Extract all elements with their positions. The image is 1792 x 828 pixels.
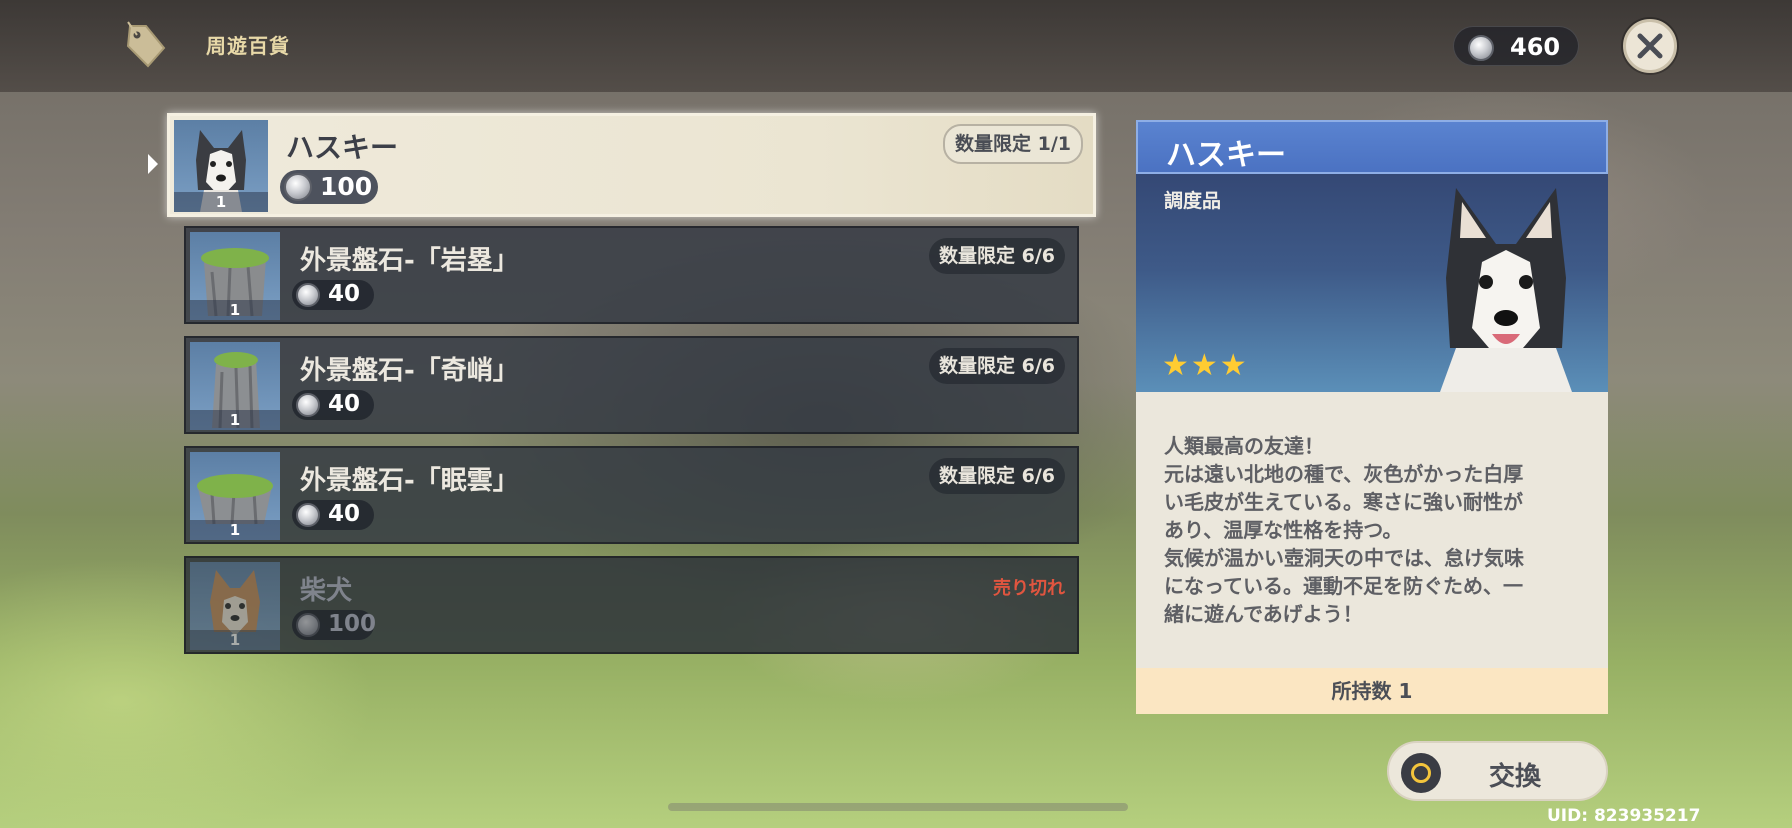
husky-thumbnail: 1 xyxy=(174,120,268,212)
price-tag-icon xyxy=(126,21,166,68)
close-button[interactable] xyxy=(1623,19,1677,73)
price-value: 40 xyxy=(328,391,361,417)
detail-description: 人類最高の友達！ 元は遠い北地の種で、灰色がかった白厚 い毛皮が生えている。寒さ… xyxy=(1164,434,1524,626)
confirm-circle-icon xyxy=(1401,753,1441,793)
price-value: 40 xyxy=(328,281,361,307)
price-value: 100 xyxy=(320,172,373,201)
detail-category: 調度品 xyxy=(1164,190,1222,212)
rock-thumbnail: 1 xyxy=(190,342,280,430)
limit-badge: 数量限定 6/6 xyxy=(929,458,1065,494)
top-bar: 周遊百貨 460 xyxy=(0,0,1792,92)
item-name: 外景盤石-「岩塁」 xyxy=(300,246,519,276)
item-name: ハスキー xyxy=(286,131,399,164)
shop-title: 周遊百貨 xyxy=(206,34,290,58)
detail-title-bar: ハスキー xyxy=(1136,120,1608,174)
exchange-button[interactable]: 交換 xyxy=(1387,741,1608,801)
selection-arrow-icon xyxy=(148,154,158,174)
price-display: 40 xyxy=(292,390,374,420)
soldout-label: 売り切れ xyxy=(993,578,1065,599)
shop-item-rock-2[interactable]: 1 外景盤石-「奇峭」 40 数量限定 6/6 xyxy=(184,336,1079,434)
price-display: 40 xyxy=(292,500,374,530)
currency-amount: 460 xyxy=(1510,33,1561,61)
coin-icon xyxy=(296,613,320,637)
husky-portrait-icon xyxy=(1440,188,1572,392)
price-display: 40 xyxy=(292,280,374,310)
uid-label: UID: 823935217 xyxy=(1547,806,1701,826)
limit-badge: 数量限定 1/1 xyxy=(943,124,1083,164)
coin-icon xyxy=(296,393,320,417)
item-name: 外景盤石-「眠雲」 xyxy=(300,466,519,496)
exchange-label: 交換 xyxy=(1489,762,1542,792)
limit-badge: 数量限定 6/6 xyxy=(929,348,1065,384)
shop-item-rock-3[interactable]: 1 外景盤石-「眠雲」 40 数量限定 6/6 xyxy=(184,446,1079,544)
coin-icon xyxy=(296,503,320,527)
rock-thumbnail: 1 xyxy=(190,452,280,540)
owned-count: 1 xyxy=(190,300,280,320)
owned-count: 1 xyxy=(190,630,280,650)
coin-icon xyxy=(1468,35,1494,61)
currency-display: 460 xyxy=(1453,26,1579,66)
owned-count: 1 xyxy=(190,520,280,540)
shop-item-rock-1[interactable]: 1 外景盤石-「岩塁」 40 数量限定 6/6 xyxy=(184,226,1079,324)
price-display: 100 xyxy=(280,170,378,204)
shop-item-husky[interactable]: 1 ハスキー 100 数量限定 1/1 xyxy=(167,113,1096,217)
coin-icon xyxy=(296,283,320,307)
price-value: 40 xyxy=(328,501,361,527)
detail-header-art: ハスキー 調度品 ★★★ xyxy=(1136,120,1608,392)
rock-thumbnail: 1 xyxy=(190,232,280,320)
item-detail-panel: ハスキー 調度品 ★★★ 人類最高の友達！ 元は遠い北地の種で、灰色がかった白厚… xyxy=(1136,120,1608,714)
rarity-stars: ★★★ xyxy=(1162,348,1249,383)
close-icon xyxy=(1637,33,1663,59)
list-scrollbar[interactable] xyxy=(668,803,1128,811)
owned-count-bar: 所持数 1 xyxy=(1136,668,1608,714)
item-name: 柴犬 xyxy=(300,576,353,606)
shop-item-shiba[interactable]: 1 柴犬 100 売り切れ xyxy=(184,556,1079,654)
detail-description-area: 人類最高の友達！ 元は遠い北地の種で、灰色がかった白厚 い毛皮が生えている。寒さ… xyxy=(1136,392,1608,668)
coin-icon xyxy=(284,173,312,201)
limit-badge: 数量限定 6/6 xyxy=(929,238,1065,274)
shiba-thumbnail: 1 xyxy=(190,562,280,650)
owned-count: 1 xyxy=(174,192,268,212)
detail-title: ハスキー xyxy=(1166,138,1286,173)
price-display: 100 xyxy=(292,610,377,640)
item-name: 外景盤石-「奇峭」 xyxy=(300,356,519,386)
price-value: 100 xyxy=(328,611,377,637)
owned-count: 1 xyxy=(190,410,280,430)
